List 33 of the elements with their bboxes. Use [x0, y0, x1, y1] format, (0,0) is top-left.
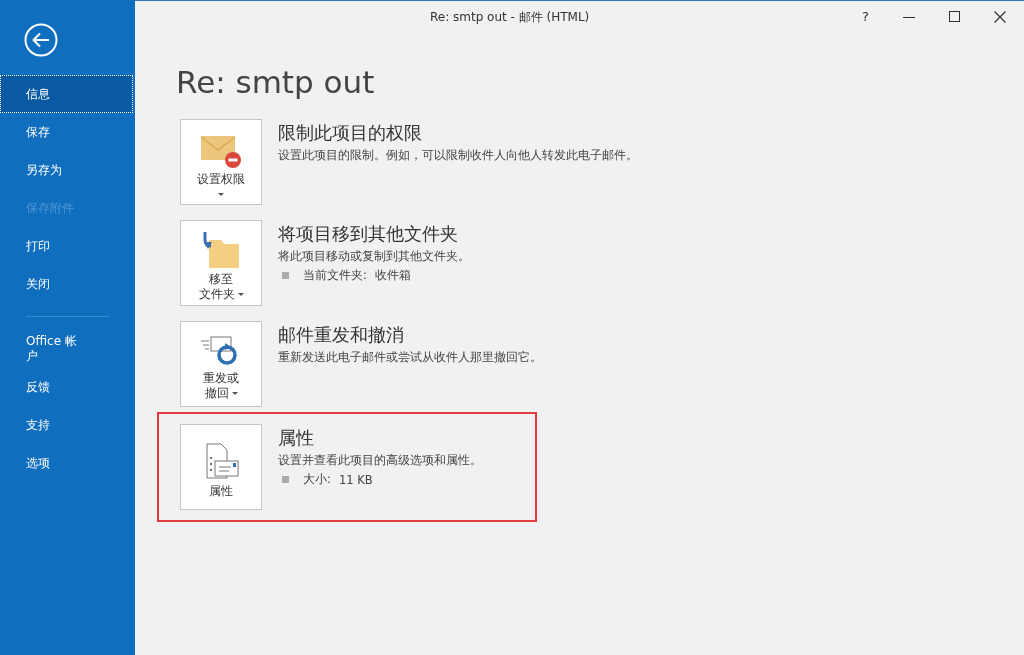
section-description: 将此项目移动或复制到其他文件夹。: [278, 249, 470, 264]
section-description: 设置此项目的限制。例如，可以限制收件人向他人转发此电子邮件。: [278, 148, 638, 163]
sidebar-item[interactable]: 打印: [0, 227, 114, 265]
sidebar-item[interactable]: Office 帐户: [0, 330, 114, 368]
sidebar-item[interactable]: 反馈: [0, 368, 114, 406]
window-title: Re: smtp out - 邮件 (HTML): [430, 9, 590, 26]
sidebar-item[interactable]: 支持: [0, 406, 114, 444]
section-title: 限制此项目的权限: [278, 121, 423, 145]
action-button[interactable]: 属性: [180, 424, 262, 510]
section-title: 将项目移到其他文件夹: [278, 222, 459, 246]
detail-label: 大小:: [303, 472, 331, 487]
bullet-icon: [282, 272, 289, 279]
section-title: 邮件重发和撤消: [278, 323, 405, 347]
detail-label: 当前文件夹:: [303, 268, 367, 283]
envelope-icon: [199, 134, 243, 170]
help-button[interactable]: ?: [862, 9, 869, 24]
action-button[interactable]: 设置权限: [180, 119, 262, 205]
section-description: 设置并查看此项目的高级选项和属性。: [278, 453, 482, 468]
page-title: Re: smtp out: [176, 64, 376, 102]
sidebar-item[interactable]: 另存为: [0, 151, 114, 189]
maximize-icon[interactable]: [949, 11, 960, 22]
action-button[interactable]: 移至 文件夹: [180, 220, 262, 306]
section-title: 属性: [278, 426, 315, 450]
close-icon[interactable]: [994, 10, 1006, 23]
sidebar-item[interactable]: 选项: [0, 444, 114, 482]
detail-value: 收件箱: [374, 268, 411, 283]
sidebar-item[interactable]: 保存: [0, 113, 114, 151]
sidebar-item[interactable]: 关闭: [0, 265, 114, 303]
detail-value: 11 KB: [338, 472, 373, 487]
sidebar-item[interactable]: 信息: [0, 75, 133, 113]
action-button[interactable]: 重发或 撤回: [180, 321, 262, 407]
section-description: 重新发送此电子邮件或尝试从收件人那里撤回它。: [278, 350, 542, 365]
bullet-icon: [282, 476, 289, 483]
